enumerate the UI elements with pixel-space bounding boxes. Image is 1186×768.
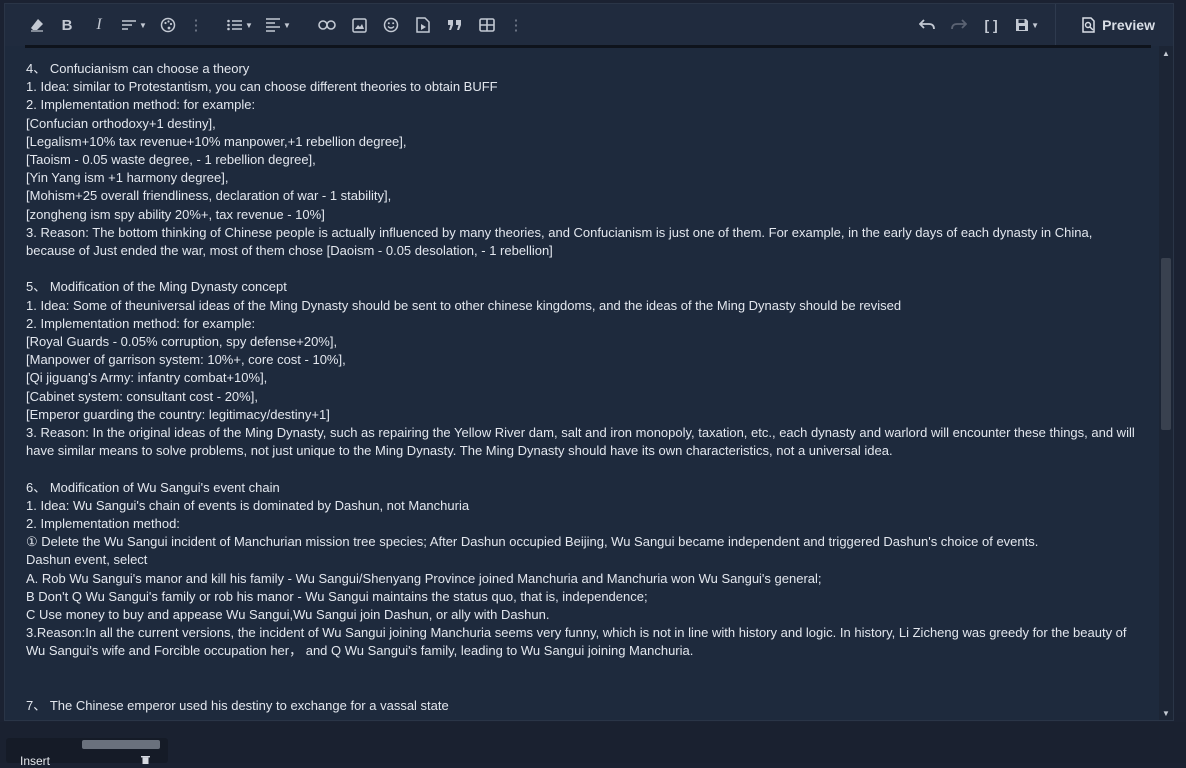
- content-line: 4、 Confucianism can choose a theory: [26, 61, 250, 76]
- eraser-icon[interactable]: [23, 11, 51, 39]
- insert-label: Insert: [20, 754, 51, 768]
- preview-icon: [1082, 17, 1095, 33]
- content-line: [Emperor guarding the country: legitimac…: [26, 406, 330, 422]
- content-line: [Yin Yang ism +1 harmony degree],: [26, 170, 229, 186]
- text-size-icon[interactable]: ▼: [115, 11, 153, 39]
- rich-text-editor: B I ▼ ⋮ ▼ ▼ ⋮ [] ▼ Preview 4、 Confucian…: [4, 3, 1174, 721]
- align-icon[interactable]: ▼: [259, 11, 297, 39]
- content-line: 7、 The Chinese emperor used his destiny …: [26, 698, 449, 714]
- content-line: 6、 Modification of Wu Sangui's event cha…: [26, 479, 280, 495]
- italic-button[interactable]: I: [83, 11, 115, 39]
- preview-label: Preview: [1102, 17, 1155, 33]
- footer-bar: [0, 722, 1186, 763]
- toolbar-divider: [25, 45, 1151, 48]
- undo-icon[interactable]: [911, 11, 943, 39]
- editor-scrollbar[interactable]: ▲ ▼: [1159, 46, 1173, 720]
- bold-button[interactable]: B: [51, 11, 83, 39]
- image-icon[interactable]: [343, 11, 375, 39]
- save-draft-icon[interactable]: ▼: [1007, 11, 1047, 39]
- content-line: 3. Reason: In the original ideas of the …: [26, 425, 1135, 459]
- more-icon[interactable]: ⋮: [503, 11, 529, 39]
- content-line: B Don't Q Wu Sangui's family or rob his …: [26, 588, 648, 604]
- scrollbar-thumb[interactable]: [1161, 258, 1171, 430]
- content-line: [zongheng ism spy ability 20%+, tax reve…: [26, 206, 325, 222]
- content-line: 1. Idea: Wu Sangui's chain of events is …: [26, 497, 470, 513]
- content-line: [Mohism+25 overall friendliness, declara…: [26, 188, 392, 204]
- editor-toolbar: B I ▼ ⋮ ▼ ▼ ⋮ [] ▼ Preview: [5, 4, 1173, 46]
- content-line: 1. Idea: Some of theuniversal ideas of t…: [26, 297, 902, 313]
- scroll-up-icon[interactable]: ▲: [1159, 46, 1173, 60]
- scroll-down-icon[interactable]: ▼: [1159, 706, 1173, 720]
- content-line: 2. Implementation method:: [26, 516, 180, 532]
- content-line: 5、 Modification of the Ming Dynasty conc…: [26, 279, 287, 295]
- list-icon[interactable]: ▼: [221, 11, 259, 39]
- content-line: [Confucian orthodoxy+1 destiny],: [26, 115, 216, 131]
- media-icon[interactable]: [407, 11, 439, 39]
- content-line: [Taoism - 0.05 waste degree, - 1 rebelli…: [26, 152, 316, 168]
- table-icon[interactable]: [471, 11, 503, 39]
- emoji-icon[interactable]: [375, 11, 407, 39]
- content-line: ① Delete the Wu Sangui incident of Manch…: [26, 534, 1039, 550]
- content-line: [Royal Guards - 0.05% corruption, spy de…: [26, 334, 338, 350]
- content-line: 3.Reason:In all the current versions, th…: [26, 625, 1127, 659]
- redo-icon[interactable]: [943, 11, 975, 39]
- toggle-bbcode-icon[interactable]: [ ]: [975, 11, 1007, 39]
- link-icon[interactable]: [311, 11, 343, 39]
- content-line: [Manpower of garrison system: 10%+, core…: [26, 352, 346, 368]
- content-line: 1. Idea: similar to Protestantism, you c…: [26, 79, 498, 95]
- content-line: [Qi jiguang's Army: infantry combat+10%]…: [26, 370, 268, 386]
- content-line: 3. Reason: The bottom thinking of Chines…: [26, 224, 1093, 259]
- attachment-thumbnail: [82, 740, 160, 749]
- more-icon[interactable]: ⋮: [183, 11, 209, 39]
- content-line: [Cabinet system: consultant cost - 20%],: [26, 388, 258, 404]
- content-line: 2. Implementation method: for example:: [26, 97, 256, 113]
- toolbar-right-group: [ ] ▼ Preview: [911, 4, 1173, 46]
- palette-icon[interactable]: [153, 11, 183, 39]
- preview-button[interactable]: Preview: [1055, 4, 1173, 46]
- content-line: 2. Implementation method: for example:: [26, 315, 256, 331]
- content-line: [Legalism+10% tax revenue+10% manpower,+…: [26, 133, 407, 149]
- quote-icon[interactable]: [439, 11, 471, 39]
- editor-content[interactable]: 4、 Confucianism can choose a theory 1. Id…: [26, 60, 1136, 715]
- content-line: C Use money to buy and appease Wu Sangui…: [26, 607, 550, 623]
- content-line: Dashun event, select: [26, 552, 148, 568]
- content-line: A. Rob Wu Sangui's manor and kill his fa…: [26, 570, 822, 586]
